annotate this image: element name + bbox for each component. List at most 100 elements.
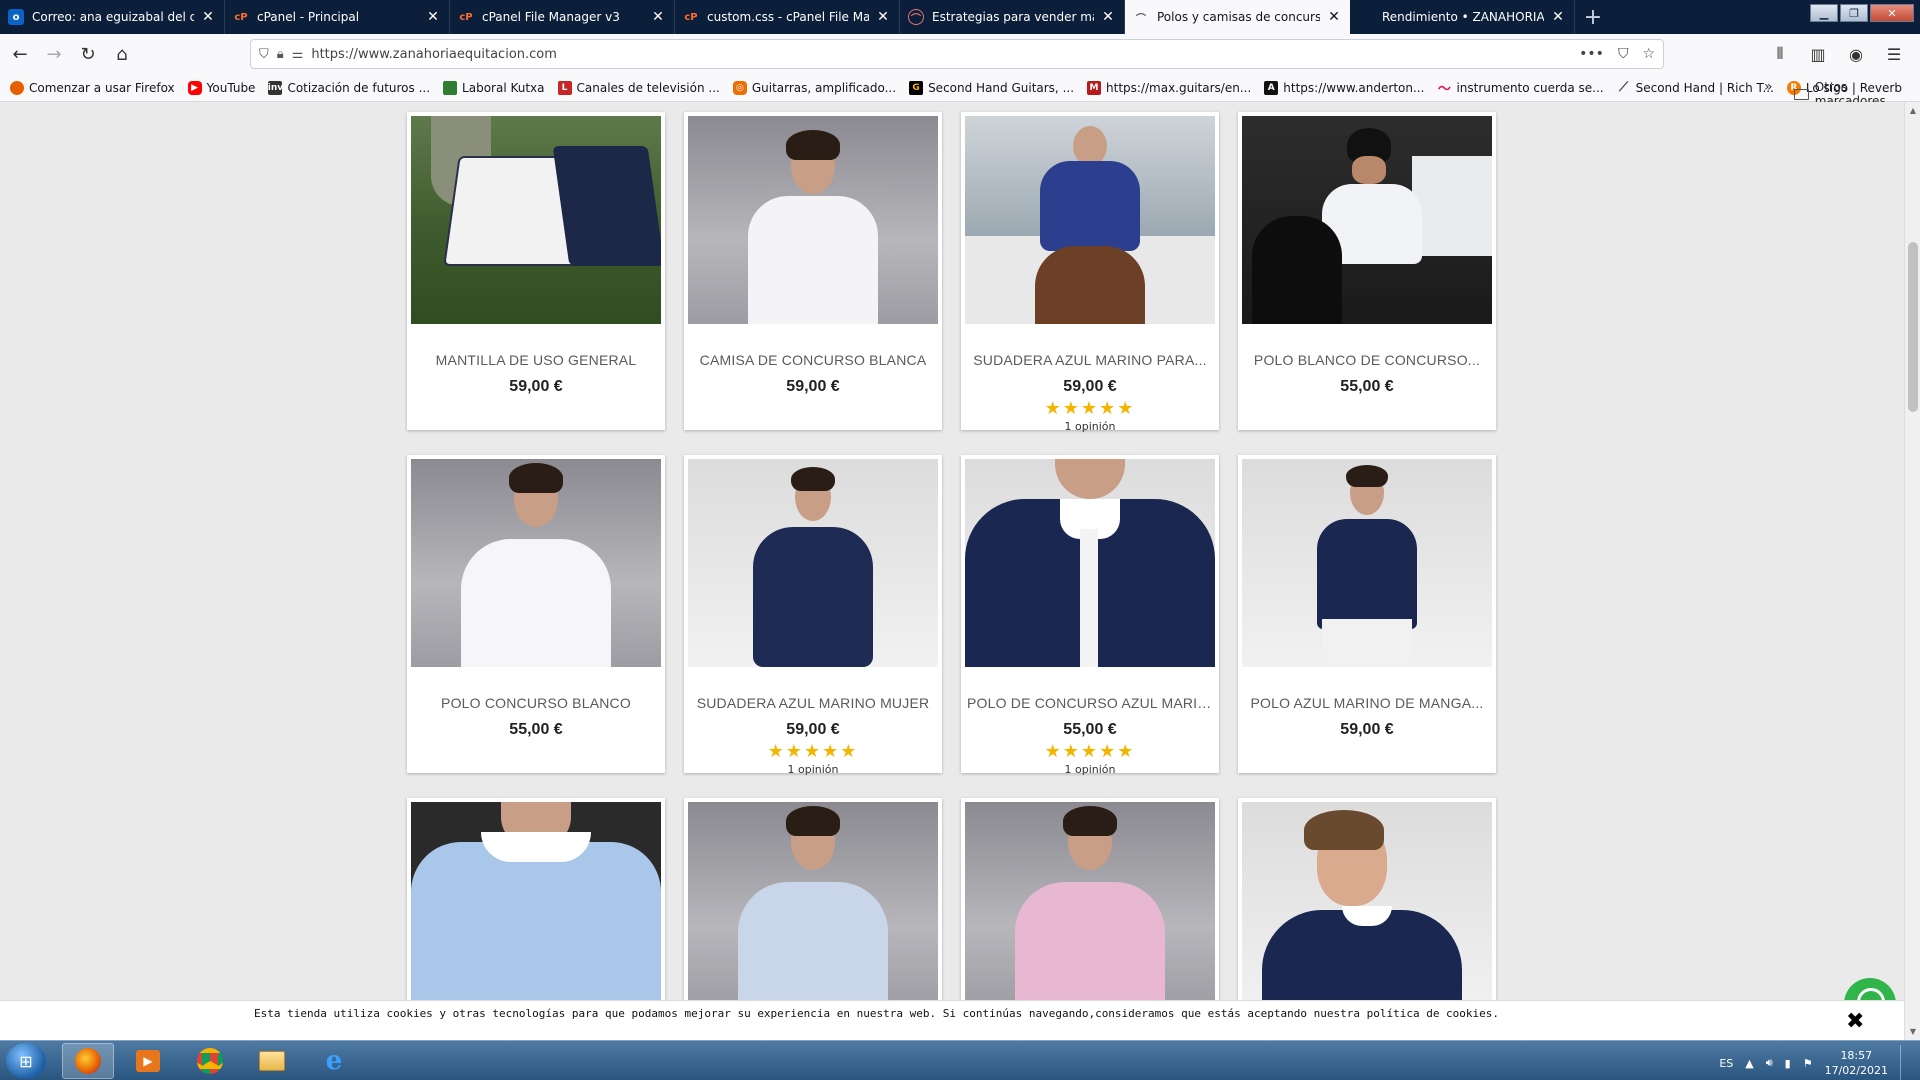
home-icon[interactable]: ⌂	[106, 38, 138, 70]
bookmark-item[interactable]: Ahttps://www.anderton...	[1264, 80, 1424, 95]
url-input[interactable]	[311, 46, 1580, 62]
library-icon[interactable]: ⫴	[1764, 38, 1796, 70]
action-center-icon[interactable]: ⚑	[1803, 1057, 1813, 1070]
back-icon[interactable]: ←	[4, 38, 36, 70]
bookmark-item[interactable]: L Canales de televisión ...	[557, 80, 720, 95]
bookmark-label: instrumento cuerda se...	[1456, 80, 1604, 95]
close-tab-icon[interactable]: ✕	[1100, 9, 1116, 25]
product-image[interactable]	[411, 459, 661, 667]
bookmark-item[interactable]: G Second Hand Guitars, ...	[909, 80, 1074, 95]
product-image[interactable]	[1242, 459, 1492, 667]
product-card[interactable]: POLO AZUL MARINO DE MANGA... 59,00 €	[1238, 455, 1496, 773]
bookmarks-toolbar: Comenzar a usar Firefox ▶ YouTube inv Coti…	[0, 74, 1920, 108]
tab-title: cPanel File Manager v3	[482, 10, 620, 24]
product-name[interactable]: MANTILLA DE USO GENERAL	[413, 352, 659, 368]
close-tab-icon[interactable]: ✕	[650, 9, 666, 25]
product-image[interactable]	[1242, 116, 1492, 324]
show-hidden-icons-icon[interactable]: ▲	[1745, 1057, 1753, 1070]
review-count[interactable]: 1 opinión	[684, 763, 942, 776]
firefox-taskbar-icon[interactable]	[62, 1043, 114, 1079]
tab-polos-camisas[interactable]: ⌒ Polos y camisas de concurso de ✕	[1125, 0, 1350, 34]
close-tab-icon[interactable]: ✕	[1326, 9, 1342, 25]
review-count[interactable]: 1 opinión	[961, 420, 1219, 433]
menu-icon[interactable]: ☰	[1878, 38, 1910, 70]
product-name[interactable]: SUDADERA AZUL MARINO MUJER	[690, 695, 936, 711]
volume-icon[interactable]: 🔊︎	[1766, 1056, 1773, 1070]
bookmark-item[interactable]: 〜 instrumento cuerda se...	[1437, 80, 1604, 98]
product-card[interactable]: POLO BLANCO DE CONCURSO... 55,00 €	[1238, 112, 1496, 430]
scrollbar-thumb[interactable]	[1908, 242, 1918, 412]
forward-icon[interactable]: →	[38, 38, 70, 70]
product-image[interactable]	[1242, 802, 1492, 1010]
more-bookmarks-icon[interactable]: »	[1764, 79, 1773, 95]
product-card[interactable]: MANTILLA DE USO GENERAL 59,00 €	[407, 112, 665, 430]
bookmark-item[interactable]: ▶ YouTube	[187, 80, 255, 95]
new-tab-icon[interactable]: +	[1575, 0, 1611, 34]
product-card[interactable]: SUDADERA AZUL MARINO PARA... 59,00 € ★★★…	[961, 112, 1219, 433]
vertical-scrollbar[interactable]: ▲ ▼	[1904, 102, 1920, 1040]
page-actions-icon[interactable]: •••	[1579, 46, 1604, 62]
close-tab-icon[interactable]: ✕	[1550, 9, 1566, 25]
tab-rendimiento[interactable]: Rendimiento • ZANAHORIA EQ ✕	[1350, 0, 1575, 34]
account-icon[interactable]: ◉	[1840, 38, 1872, 70]
product-image[interactable]	[688, 459, 938, 667]
product-image[interactable]	[688, 802, 938, 1010]
close-tab-icon[interactable]: ✕	[875, 9, 891, 25]
tab-cpanel-file-manager[interactable]: cP cPanel File Manager v3 ✕	[450, 0, 675, 34]
url-bar[interactable]: ⛉ 🔒︎ ⚌ ••• ⛉ ☆	[250, 39, 1664, 69]
product-name[interactable]: POLO AZUL MARINO DE MANGA...	[1244, 695, 1490, 711]
tracking-shield-icon[interactable]: ⛉	[259, 47, 269, 62]
bookmark-item[interactable]: Laboral Kutxa	[443, 80, 545, 95]
file-explorer-icon[interactable]	[246, 1043, 298, 1079]
cookie-text: Esta tienda utiliza cookies y otras tecn…	[254, 1007, 1500, 1020]
lock-icon[interactable]: 🔒︎	[277, 47, 284, 62]
tab-correo[interactable]: o Correo: ana eguizabal del campo ✕	[0, 0, 225, 34]
reload-icon[interactable]: ↻	[72, 38, 104, 70]
product-image[interactable]	[965, 116, 1215, 324]
product-image[interactable]	[965, 459, 1215, 667]
bookmark-item[interactable]: Mhttps://max.guitars/en...	[1087, 80, 1251, 95]
product-card[interactable]: SUDADERA AZUL MARINO MUJER 59,00 € ★★★★★…	[684, 455, 942, 776]
bookmark-item[interactable]: ◎ Guitarras, amplificado...	[732, 80, 896, 95]
minimize-icon[interactable]: ▁	[1810, 4, 1838, 22]
product-name[interactable]: POLO DE CONCURSO AZUL MARINO	[967, 695, 1213, 711]
close-tab-icon[interactable]: ✕	[200, 9, 216, 25]
tab-estrategias[interactable]: ⌒ Estrategias para vender más y d ✕	[900, 0, 1125, 34]
clock[interactable]: 18:57 17/02/2021	[1825, 1048, 1888, 1078]
permissions-icon[interactable]: ⚌	[292, 47, 304, 62]
chrome-icon[interactable]	[184, 1043, 236, 1079]
scroll-down-icon[interactable]: ▼	[1905, 1027, 1920, 1036]
product-name[interactable]: CAMISA DE CONCURSO BLANCA	[690, 352, 936, 368]
bookmark-item[interactable]: ⟋ Second Hand | Rich T...	[1617, 80, 1774, 95]
scroll-up-icon[interactable]: ▲	[1905, 106, 1920, 115]
cookie-close-icon[interactable]: ✖	[1846, 1011, 1864, 1033]
product-card[interactable]: POLO DE CONCURSO AZUL MARINO 55,00 € ★★★…	[961, 455, 1219, 776]
bookmark-star-icon[interactable]: ☆	[1642, 46, 1655, 62]
language-indicator[interactable]: ES	[1719, 1057, 1733, 1070]
media-player-icon[interactable]: ▶	[122, 1043, 174, 1079]
product-name[interactable]: SUDADERA AZUL MARINO PARA...	[967, 352, 1213, 368]
sidebar-icon[interactable]: ▥	[1802, 38, 1834, 70]
product-name[interactable]: POLO BLANCO DE CONCURSO...	[1244, 352, 1490, 368]
bookmark-item[interactable]: inv Cotización de futuros ...	[268, 80, 430, 95]
product-image[interactable]	[411, 116, 661, 324]
internet-explorer-icon[interactable]: e	[308, 1043, 360, 1079]
product-image[interactable]	[411, 802, 661, 1010]
product-card[interactable]: POLO CONCURSO BLANCO 55,00 €	[407, 455, 665, 773]
product-price: 59,00 €	[786, 378, 840, 395]
start-button[interactable]: ⊞	[6, 1043, 46, 1079]
close-window-icon[interactable]: ✕	[1870, 4, 1914, 22]
product-image[interactable]	[688, 116, 938, 324]
restore-icon[interactable]: ❐	[1840, 4, 1868, 22]
network-icon[interactable]: ▮	[1785, 1057, 1791, 1070]
review-count[interactable]: 1 opinión	[961, 763, 1219, 776]
product-name[interactable]: POLO CONCURSO BLANCO	[413, 695, 659, 711]
pocket-icon[interactable]: ⛉	[1618, 46, 1629, 62]
product-image[interactable]	[965, 802, 1215, 1010]
tab-custom-css[interactable]: cP custom.css - cPanel File Manager ✕	[675, 0, 900, 34]
product-card[interactable]: CAMISA DE CONCURSO BLANCA 59,00 €	[684, 112, 942, 430]
tab-cpanel-principal[interactable]: cP cPanel - Principal ✕	[225, 0, 450, 34]
close-tab-icon[interactable]: ✕	[425, 9, 441, 25]
show-desktop-button[interactable]	[1900, 1045, 1910, 1080]
bookmark-item[interactable]: Comenzar a usar Firefox	[10, 80, 175, 95]
